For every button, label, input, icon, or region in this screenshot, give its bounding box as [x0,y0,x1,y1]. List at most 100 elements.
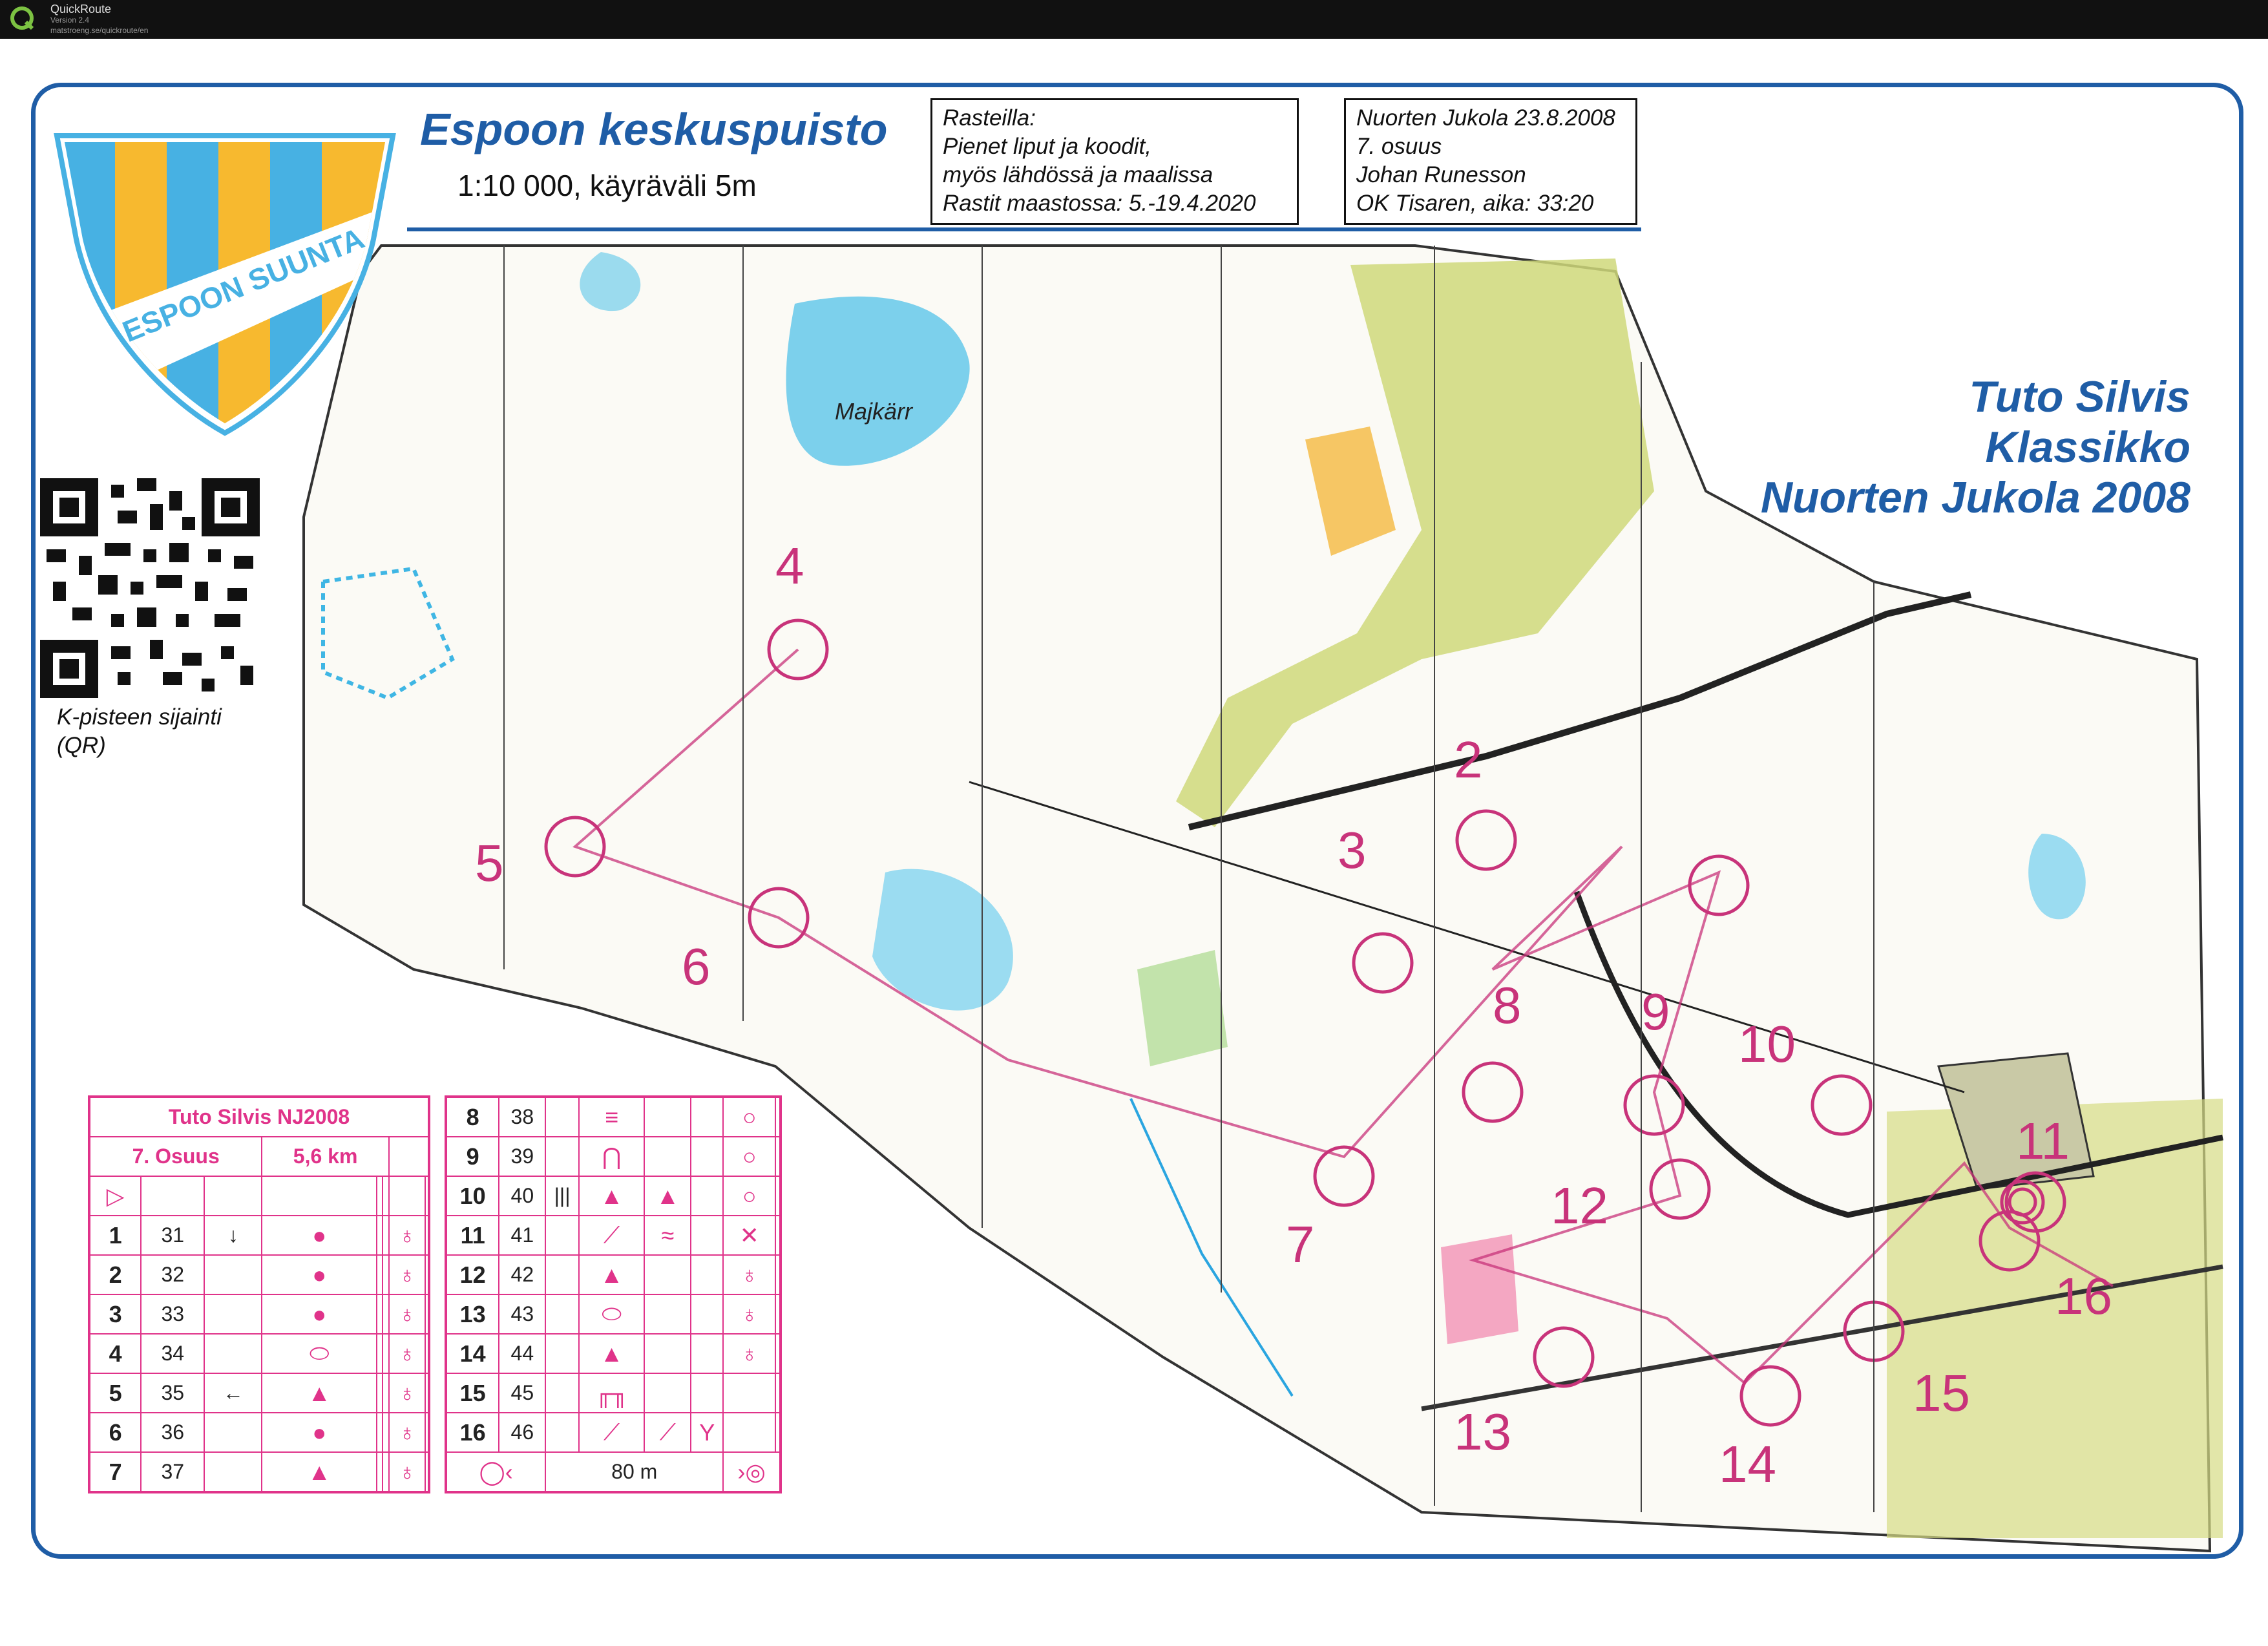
description-cell: ● [262,1255,377,1294]
description-cell: 46 [499,1413,545,1452]
description-cell: ♁ [389,1452,425,1492]
control-number-5: 5 [475,834,504,893]
description-cell: ↓ [204,1216,262,1255]
description-cell: ✕ [723,1216,775,1255]
start-row: ▷ [89,1176,429,1216]
qr-code[interactable] [40,478,260,698]
description-cell [425,1176,429,1216]
event-line: OK Tisaren, aika: 33:20 [1356,189,1625,218]
event-title-line: Nuorten Jukola 2008 [1761,472,2190,523]
event-title-line: Tuto Silvis [1761,372,2190,422]
description-cell [383,1334,388,1373]
description-cell: ≈ [644,1216,691,1255]
event-line: Johan Runesson [1356,161,1625,189]
description-cell: ||| [545,1176,579,1216]
finish-start-icon: ◯‹ [446,1452,545,1492]
description-cell [545,1137,579,1176]
description-cell [425,1413,429,1452]
description-cell [377,1176,383,1216]
description-cell [723,1373,775,1413]
description-cell: ♁ [389,1373,425,1413]
description-cell [545,1413,579,1452]
description-cell [204,1255,262,1294]
description-cell: ⬭ [262,1334,377,1373]
table-row: 1040|||▲▲○ [446,1176,781,1216]
description-cell: ⟋ [579,1216,644,1255]
control-number-16: 16 [2055,1267,2112,1326]
description-cell [644,1097,691,1137]
description-cell [775,1255,781,1294]
description-cell: ● [262,1413,377,1452]
event-info-box: Nuorten Jukola 23.8.2008 7. osuus Johan … [1344,98,1637,225]
control-number-4: 4 [775,536,804,596]
description-cell [691,1334,723,1373]
description-cell: Y [691,1413,723,1452]
description-cell: 6 [89,1413,141,1452]
control-number-12: 12 [1551,1176,1608,1236]
description-cell [377,1216,383,1255]
description-cell: 31 [141,1216,204,1255]
description-cell [204,1452,262,1492]
description-cell: 42 [499,1255,545,1294]
description-cell: 2 [89,1255,141,1294]
description-cell: ♁ [389,1255,425,1294]
description-cell: 1 [89,1216,141,1255]
description-cell [425,1373,429,1413]
description-cell: 9 [446,1137,499,1176]
description-cell: ○ [723,1097,775,1137]
description-cell: ▲ [262,1373,377,1413]
table-row: 838≡○ [446,1097,781,1137]
description-cell: 44 [499,1334,545,1373]
finish-distance: 80 m [545,1452,723,1492]
description-cell: 11 [446,1216,499,1255]
description-cell [383,1373,388,1413]
description-cell: ♁ [389,1334,425,1373]
control-number-3: 3 [1338,821,1367,880]
table-row: 1242▲♁ [446,1255,781,1294]
description-cell: ▲ [579,1255,644,1294]
table-row: 1545╓╖ [446,1373,781,1413]
description-cell [775,1294,781,1334]
control-number-9: 9 [1641,982,1670,1042]
finish-icon: ›◎ [723,1452,781,1492]
control-number-10: 10 [1738,1015,1796,1074]
description-cell: ♁ [723,1255,775,1294]
description-cell [691,1373,723,1413]
table-row: 333●♁ [89,1294,429,1334]
description-cell: 4 [89,1334,141,1373]
description-cell [691,1097,723,1137]
description-cell: ○ [723,1176,775,1216]
description-cell [644,1137,691,1176]
description-cell [204,1294,262,1334]
description-leg: 7. Osuus [89,1137,262,1176]
info-line: myös lähdössä ja maalissa [943,161,1286,189]
control-number-6: 6 [682,937,711,997]
description-cell: ⋂ [579,1137,644,1176]
description-cell [383,1255,388,1294]
description-cell [691,1255,723,1294]
description-cell [691,1294,723,1334]
description-cell [425,1452,429,1492]
description-cell [775,1176,781,1216]
description-cell: ♁ [389,1413,425,1452]
description-cell [545,1216,579,1255]
description-cell [377,1373,383,1413]
description-cell: 13 [446,1294,499,1334]
description-title: Tuto Silvis NJ2008 [89,1097,429,1137]
description-cell: 34 [141,1334,204,1373]
description-cell [425,1216,429,1255]
description-cell: ⟋ [579,1413,644,1452]
control-number-11: 11 [2016,1112,2070,1171]
control-number-2: 2 [1454,730,1483,790]
description-cell: 43 [499,1294,545,1334]
description-cell [377,1452,383,1492]
map-title: Espoon keskuspuisto [420,103,887,155]
description-cell [383,1294,388,1334]
description-cell [775,1216,781,1255]
description-cell: 35 [141,1373,204,1413]
qr-caption: K-pisteen sijainti (QR) [57,703,222,760]
table-row: 232●♁ [89,1255,429,1294]
table-row: 1343⬭♁ [446,1294,781,1334]
description-cell [775,1097,781,1137]
description-cell [262,1176,377,1216]
